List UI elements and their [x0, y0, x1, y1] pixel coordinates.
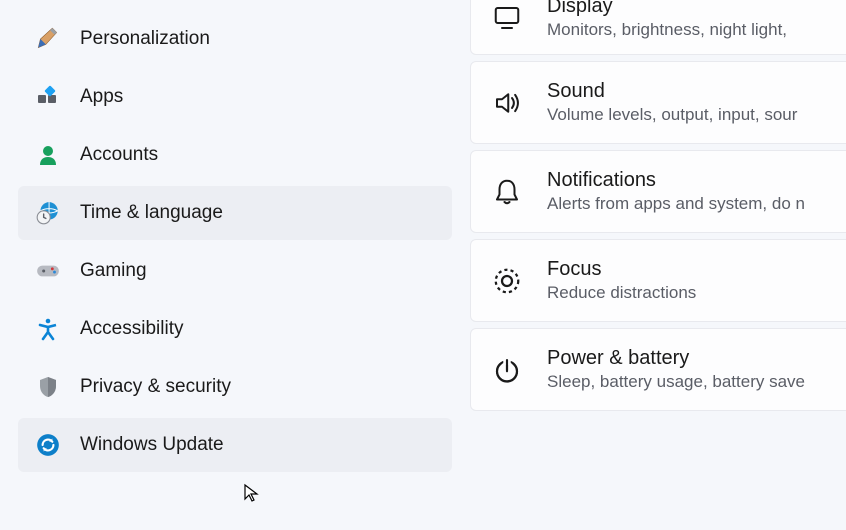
paintbrush-icon: [34, 25, 62, 53]
card-title: Focus: [547, 258, 696, 281]
sidebar-item-label: Gaming: [80, 260, 147, 282]
sidebar-item-personalization[interactable]: Personalization: [18, 12, 452, 66]
main-panel: Display Monitors, brightness, night ligh…: [470, 0, 846, 530]
card-text: Power & battery Sleep, battery usage, ba…: [547, 347, 805, 392]
card-subtitle: Monitors, brightness, night light,: [547, 20, 787, 40]
card-display[interactable]: Display Monitors, brightness, night ligh…: [470, 0, 846, 55]
globe-clock-icon: [34, 199, 62, 227]
shield-icon: [34, 373, 62, 401]
card-text: Sound Volume levels, output, input, sour: [547, 80, 797, 125]
card-text: Focus Reduce distractions: [547, 258, 696, 303]
monitor-icon: [491, 2, 523, 34]
card-title: Display: [547, 0, 787, 18]
sidebar-item-time-language[interactable]: Time & language: [18, 186, 452, 240]
sidebar-item-windows-update[interactable]: Windows Update: [18, 418, 452, 472]
card-title: Sound: [547, 80, 797, 103]
sidebar-item-label: Personalization: [80, 28, 210, 50]
sidebar-item-label: Windows Update: [80, 434, 224, 456]
focus-icon: [491, 265, 523, 297]
card-text: Display Monitors, brightness, night ligh…: [547, 0, 787, 40]
update-icon: [34, 431, 62, 459]
sidebar: Personalization Apps Accounts: [0, 0, 470, 530]
card-subtitle: Volume levels, output, input, sour: [547, 105, 797, 125]
sidebar-item-accounts[interactable]: Accounts: [18, 128, 452, 182]
sidebar-item-label: Privacy & security: [80, 376, 231, 398]
sidebar-item-gaming[interactable]: Gaming: [18, 244, 452, 298]
power-icon: [491, 354, 523, 386]
card-title: Notifications: [547, 169, 805, 192]
sidebar-item-privacy-security[interactable]: Privacy & security: [18, 360, 452, 414]
gamepad-icon: [34, 257, 62, 285]
card-subtitle: Reduce distractions: [547, 283, 696, 303]
card-power-battery[interactable]: Power & battery Sleep, battery usage, ba…: [470, 328, 846, 411]
card-title: Power & battery: [547, 347, 805, 370]
sidebar-item-label: Apps: [80, 86, 123, 108]
sidebar-item-label: Accounts: [80, 144, 158, 166]
sidebar-item-label: Time & language: [80, 202, 223, 224]
apps-icon: [34, 83, 62, 111]
bell-icon: [491, 176, 523, 208]
person-icon: [34, 141, 62, 169]
card-focus[interactable]: Focus Reduce distractions: [470, 239, 846, 322]
sidebar-item-label: Accessibility: [80, 318, 183, 340]
card-subtitle: Alerts from apps and system, do n: [547, 194, 805, 214]
speaker-icon: [491, 87, 523, 119]
card-sound[interactable]: Sound Volume levels, output, input, sour: [470, 61, 846, 144]
card-subtitle: Sleep, battery usage, battery save: [547, 372, 805, 392]
card-notifications[interactable]: Notifications Alerts from apps and syste…: [470, 150, 846, 233]
sidebar-item-accessibility[interactable]: Accessibility: [18, 302, 452, 356]
sidebar-item-apps[interactable]: Apps: [18, 70, 452, 124]
settings-container: Personalization Apps Accounts: [0, 0, 846, 530]
card-text: Notifications Alerts from apps and syste…: [547, 169, 805, 214]
accessibility-icon: [34, 315, 62, 343]
